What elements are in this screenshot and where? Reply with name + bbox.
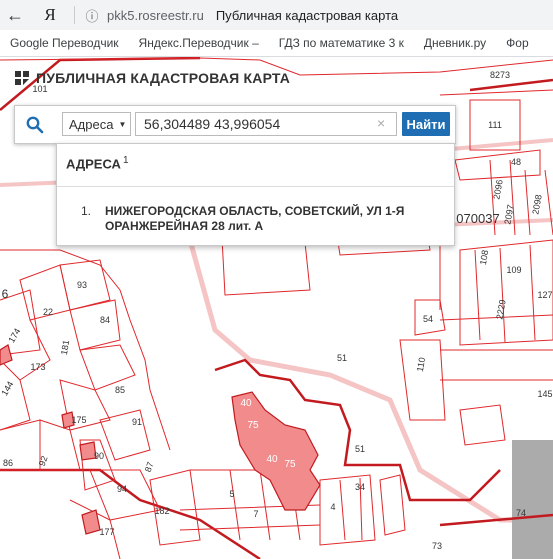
app-header: ПУБЛИЧНАЯ КАДАСТРОВАЯ КАРТА [14, 70, 290, 86]
map-label: 8273 [490, 70, 510, 80]
search-type-select[interactable]: Адреса ▼ [62, 112, 131, 136]
map-label: 6 [2, 287, 9, 301]
bookmark-gdz-math[interactable]: ГДЗ по математике 3 к [269, 36, 414, 50]
results-title: АДРЕСА 1 [66, 155, 129, 171]
map-label: 40 [240, 398, 252, 409]
result-address[interactable]: НИЖЕГОРОДСКАЯ ОБЛАСТЬ, СОВЕТСКИЙ, УЛ 1-Я… [105, 204, 441, 234]
map-label: 86 [3, 458, 13, 468]
map-label: 51 [337, 353, 347, 363]
map-label: 93 [77, 280, 87, 290]
map-building [231, 391, 321, 511]
map-label: 75 [247, 420, 259, 431]
map-label: 92 [37, 455, 50, 468]
map-label: 4 [330, 502, 335, 512]
result-number: 1. [81, 204, 92, 218]
map-building [0, 344, 13, 366]
map-label: 111 [488, 120, 502, 130]
chevron-down-icon: ▼ [118, 119, 127, 129]
results-title-text: АДРЕСА [66, 156, 121, 172]
map-label: 070037 [456, 211, 499, 226]
bookmarks-bar: Google Переводчик Яндекс.Переводчик – ГД… [0, 30, 553, 57]
bookmark-dnevnik[interactable]: Дневник.ру [414, 36, 496, 50]
map-label: 145 [537, 389, 552, 399]
toolbar-divider [74, 6, 75, 24]
map-label: 2098 [530, 194, 543, 215]
back-arrow-icon[interactable]: ← [0, 5, 30, 26]
results-count: 1 [122, 155, 129, 166]
results-divider [57, 186, 454, 187]
map-label: 84 [100, 315, 110, 325]
map-label: 91 [132, 417, 142, 427]
map-label: 40 [266, 454, 278, 465]
map-label: 75 [284, 459, 296, 470]
address-page-title[interactable]: Публичная кадастровая карта [216, 8, 398, 23]
map-label: 174 [6, 326, 22, 344]
search-icon[interactable] [15, 106, 55, 143]
map-label: 108 [478, 249, 490, 266]
map-label: 127 [537, 290, 552, 300]
address-domain[interactable]: pkk5.rosreestr.ru [107, 8, 204, 23]
search-input[interactable] [135, 112, 397, 136]
map-label: 173 [30, 362, 45, 372]
map-label: 2096 [491, 179, 504, 200]
map-label: 175 [71, 415, 86, 425]
map-label: 182 [154, 506, 169, 516]
site-info-icon[interactable]: ⓘ [83, 6, 101, 25]
map-label: 7 [253, 509, 258, 519]
map-label: 74 [516, 508, 526, 518]
results-panel: АДРЕСА 1 1. НИЖЕГОРОДСКАЯ ОБЛАСТЬ, СОВЕТС… [56, 143, 455, 246]
browser-toolbar: ← Я ⓘ pkk5.rosreestr.ru Публичная кадаст… [0, 0, 553, 30]
map-label: 85 [115, 385, 125, 395]
search-type-label: Адреса [69, 116, 114, 132]
map-label: 87 [143, 461, 156, 474]
map-label: 109 [506, 265, 521, 275]
map-label: 110 [415, 357, 427, 373]
map-label: 22 [43, 307, 53, 317]
map-gray-block [512, 440, 553, 559]
map-label: 181 [59, 339, 71, 356]
map-label: 90 [94, 451, 104, 461]
app-title: ПУБЛИЧНАЯ КАДАСТРОВАЯ КАРТА [36, 70, 291, 86]
map-label: 144 [0, 379, 15, 397]
map-road [439, 138, 553, 152]
rosreestr-logo-icon [15, 71, 29, 85]
map-label: 94 [117, 484, 127, 494]
bookmark-forum[interactable]: Фор [496, 36, 538, 50]
map-label: 51 [355, 444, 365, 454]
map-building [81, 509, 101, 535]
map-label: 5 [229, 489, 234, 499]
bookmark-google-translate[interactable]: Google Переводчик [0, 36, 129, 50]
bookmark-yandex-translate[interactable]: Яндекс.Переводчик – [129, 36, 269, 50]
search-panel: Адреса ▼ × Найти [14, 105, 456, 144]
map-label: 54 [423, 314, 433, 324]
find-button[interactable]: Найти [402, 112, 450, 136]
yandex-home-icon[interactable]: Я [30, 5, 70, 25]
map-label: 34 [355, 482, 365, 492]
clear-icon[interactable]: × [377, 115, 385, 131]
map-label: 73 [432, 541, 442, 551]
map-label: 48 [511, 157, 521, 167]
map-label: 177 [99, 527, 114, 537]
